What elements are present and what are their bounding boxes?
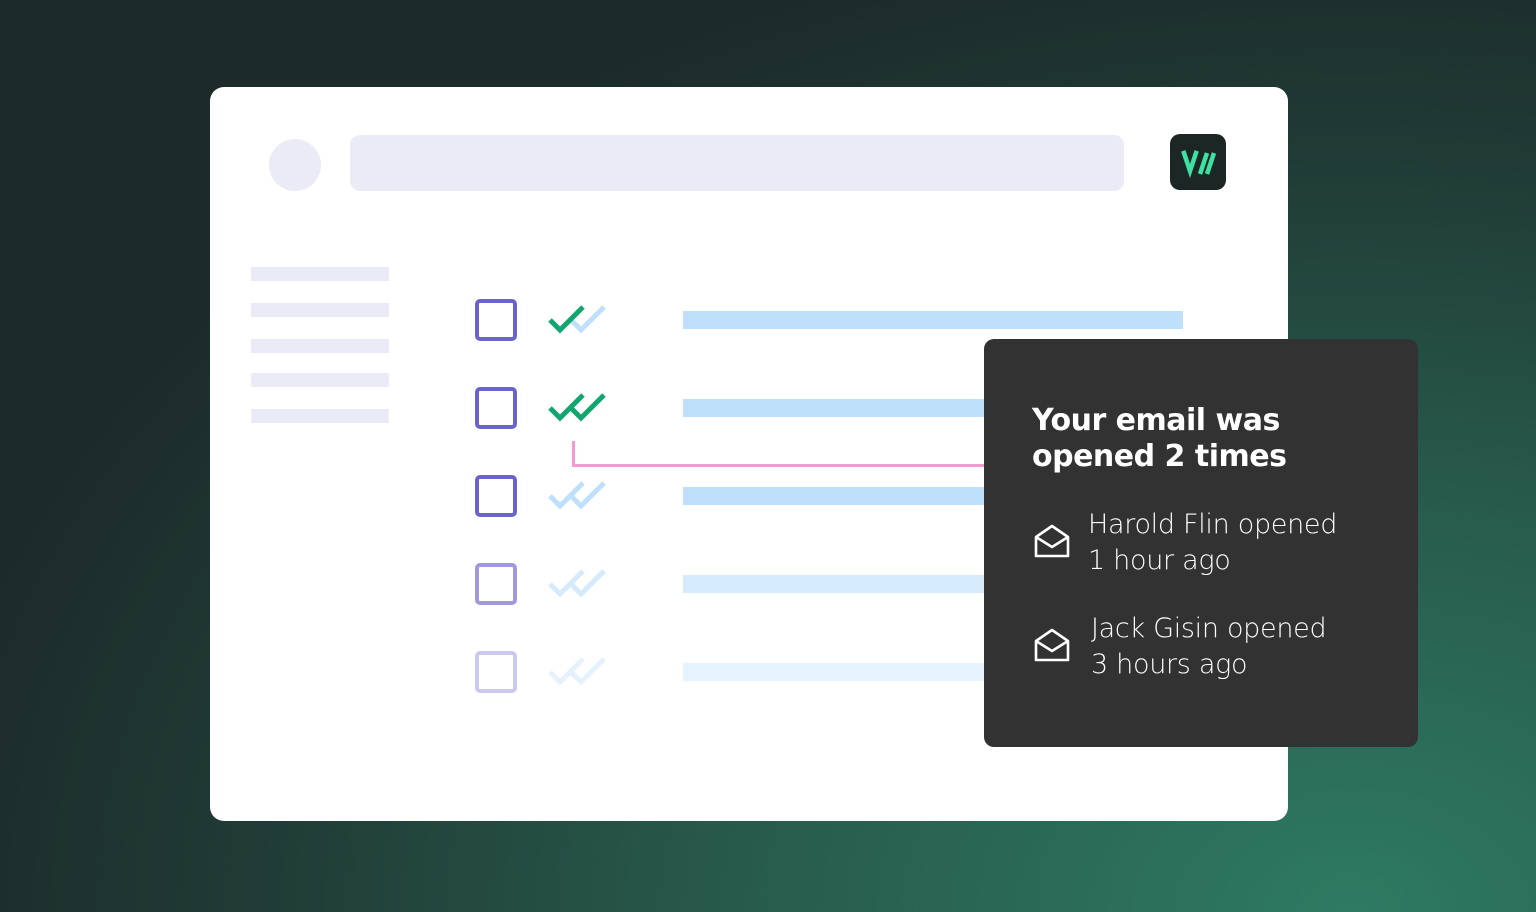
avatar[interactable] (269, 139, 321, 191)
open-event-time: 1 hour ago (1088, 545, 1231, 576)
open-envelope-icon (1034, 628, 1070, 662)
open-event-time: 3 hours ago (1091, 649, 1248, 680)
popup-title: Your email was opened 2 times (1032, 403, 1392, 475)
search-bar[interactable] (350, 135, 1124, 191)
popup-title-line2: opened 2 times (1032, 439, 1287, 474)
email-subject-placeholder[interactable] (683, 311, 1183, 329)
double-check-icon (548, 393, 606, 422)
app-logo-icon[interactable] (1170, 134, 1226, 190)
double-check-icon (548, 569, 606, 598)
sidebar-item-placeholder[interactable] (251, 373, 389, 387)
open-event-name: Jack Gisin opened (1091, 613, 1327, 644)
double-check-icon (548, 481, 606, 510)
open-event-item: Jack Gisin opened 3 hours ago (1032, 611, 1402, 691)
open-event-text: Jack Gisin opened 3 hours ago (1091, 611, 1327, 683)
row-checkbox[interactable] (475, 475, 517, 517)
double-check-icon (548, 305, 606, 334)
open-event-item: Harold Flin opened 1 hour ago (1032, 507, 1402, 587)
sidebar-item-placeholder[interactable] (251, 409, 389, 423)
sidebar-item-placeholder[interactable] (251, 339, 389, 353)
sidebar-item-placeholder[interactable] (251, 303, 389, 317)
row-checkbox[interactable] (475, 563, 517, 605)
row-checkbox[interactable] (475, 651, 517, 693)
open-event-text: Harold Flin opened 1 hour ago (1088, 507, 1337, 579)
double-check-icon (548, 657, 606, 686)
row-checkbox[interactable] (475, 299, 517, 341)
open-event-name: Harold Flin opened (1088, 509, 1338, 540)
sidebar-item-placeholder[interactable] (251, 267, 389, 281)
popup-connector-line (572, 441, 986, 467)
row-checkbox[interactable] (475, 387, 517, 429)
email-tracking-popup: Your email was opened 2 times Harold Fli… (984, 339, 1418, 747)
popup-title-line1: Your email was (1032, 403, 1280, 438)
open-envelope-icon (1034, 524, 1070, 558)
